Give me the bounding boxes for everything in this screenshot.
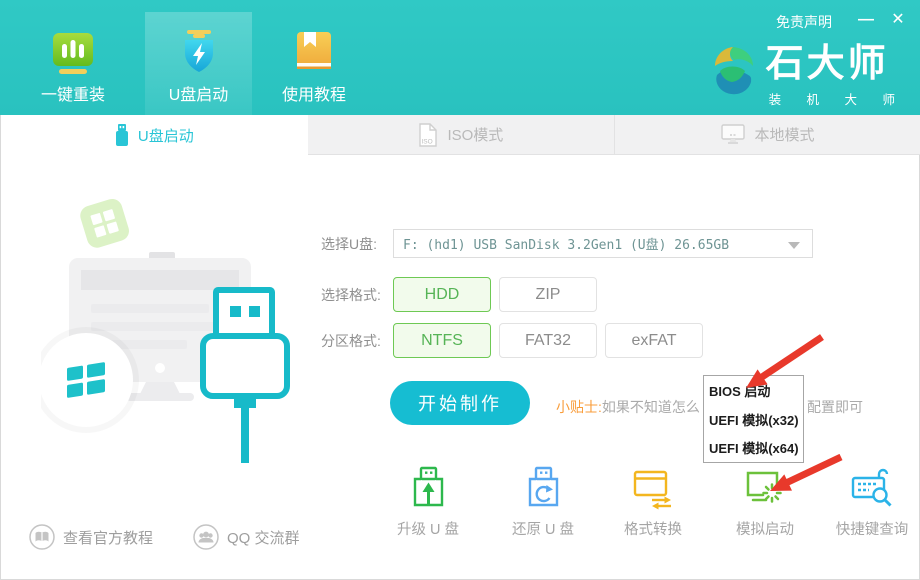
app-window: 一键重装 U盘启动 使用教程 免: [0, 0, 920, 580]
qq-group-circle-icon: [193, 524, 219, 550]
tab-bar: U盘启动 ISO ISO模式 本地模式: [1, 115, 919, 155]
disclaimer-link[interactable]: 免责声明: [776, 12, 832, 32]
tab-iso-mode[interactable]: ISO ISO模式: [308, 115, 615, 155]
action-simulate-boot[interactable]: 模拟启动: [709, 465, 821, 539]
nav-item-usb-boot[interactable]: U盘启动: [145, 12, 252, 115]
usb-select[interactable]: F: (hd1) USB SanDisk 3.2Gen1 (U盘) 26.65G…: [393, 229, 813, 258]
nav-label: 使用教程: [282, 81, 346, 105]
tip-text: 小贴士:如果不知道怎么: [556, 397, 700, 417]
action-label: 模拟启动: [736, 518, 794, 539]
format-option-zip[interactable]: ZIP: [499, 277, 597, 312]
partition-label: 分区格式:: [321, 331, 393, 351]
partition-option-fat32[interactable]: FAT32: [499, 323, 597, 358]
simulate-boot-icon: [742, 465, 788, 511]
header: 一键重装 U盘启动 使用教程 免: [0, 0, 920, 115]
nav-label: U盘启动: [169, 81, 229, 105]
minimize-button[interactable]: —: [854, 8, 878, 32]
action-label: 格式转换: [624, 518, 682, 539]
tab-label: 本地模式: [754, 124, 814, 145]
nav-item-reinstall[interactable]: 一键重装: [21, 12, 125, 115]
iso-file-icon: ISO: [418, 123, 438, 147]
partition-option-exfat[interactable]: exFAT: [605, 323, 703, 358]
partition-option-ntfs[interactable]: NTFS: [393, 323, 491, 358]
close-button[interactable]: ✕: [886, 8, 910, 32]
nav-item-tutorial[interactable]: 使用教程: [262, 12, 366, 115]
tab-label: ISO模式: [447, 124, 503, 145]
brand-logo: 石大师 装 机 大 师: [708, 44, 906, 108]
action-upgrade-usb[interactable]: 升级 U 盘: [372, 465, 484, 539]
tip-body-left: 如果不知道怎么: [602, 399, 700, 415]
action-label: 升级 U 盘: [397, 518, 459, 539]
action-restore-usb[interactable]: 还原 U 盘: [487, 465, 599, 539]
format-row: 选择格式: HDD ZIP: [321, 277, 605, 312]
monitor-icon: [721, 124, 745, 145]
tip-text-right: 配置即可: [807, 397, 863, 417]
svg-text:ISO: ISO: [422, 138, 433, 145]
help-qq-group[interactable]: QQ 交流群: [193, 524, 300, 550]
main-panel: U盘启动 ISO ISO模式 本地模式: [0, 115, 920, 580]
format-label: 选择格式:: [321, 285, 393, 305]
usb-boot-shield-icon: [175, 28, 223, 76]
brand-subtitle: 装 机 大 师: [766, 89, 906, 108]
boot-menu: BIOS 启动 UEFI 模拟(x32) UEFI 模拟(x64): [703, 375, 804, 463]
help-official-tutorial[interactable]: 查看官方教程: [29, 524, 153, 550]
action-format-convert[interactable]: 格式转换: [597, 465, 709, 539]
tab-usb-boot[interactable]: U盘启动: [1, 115, 308, 155]
boot-menu-item-bios[interactable]: BIOS 启动: [704, 376, 803, 405]
nav-label: 一键重装: [41, 81, 105, 105]
boot-menu-item-uefi-x32[interactable]: UEFI 模拟(x32): [704, 405, 803, 434]
usb-select-row: 选择U盘: F: (hd1) USB SanDisk 3.2Gen1 (U盘) …: [321, 229, 813, 258]
tip-prefix: 小贴士:: [556, 399, 602, 415]
tab-label: U盘启动: [138, 125, 194, 146]
reinstall-icon: [49, 28, 97, 76]
boot-menu-item-uefi-x64[interactable]: UEFI 模拟(x64): [704, 433, 803, 462]
usb-select-value: F: (hd1) USB SanDisk 3.2Gen1 (U盘) 26.65G…: [403, 234, 729, 253]
start-make-button[interactable]: 开始制作: [390, 381, 530, 425]
format-option-hdd[interactable]: HDD: [393, 277, 491, 312]
usb-stick-icon: [115, 123, 129, 147]
tab-local-mode[interactable]: 本地模式: [614, 115, 920, 155]
format-convert-icon: [630, 465, 676, 511]
usb-select-label: 选择U盘:: [321, 234, 393, 254]
usb-monitor-illustration: [41, 190, 321, 470]
hotkey-query-icon: [849, 465, 895, 511]
upgrade-usb-icon: [405, 465, 451, 511]
action-hotkey-query[interactable]: 快捷键查询: [816, 465, 920, 539]
brand-name: 石大师: [766, 44, 906, 84]
chevron-down-icon: [788, 242, 800, 249]
partition-row: 分区格式: NTFS FAT32 exFAT: [321, 323, 711, 358]
action-label: 快捷键查询: [836, 518, 909, 539]
content-area: 选择U盘: F: (hd1) USB SanDisk 3.2Gen1 (U盘) …: [1, 155, 919, 579]
help-label: QQ 交流群: [227, 527, 300, 548]
help-label: 查看官方教程: [63, 527, 153, 548]
brand-logo-icon: [708, 44, 758, 100]
action-label: 还原 U 盘: [512, 518, 574, 539]
restore-usb-icon: [520, 465, 566, 511]
tutorial-book-icon: [290, 28, 338, 76]
tutorial-circle-icon: [29, 524, 55, 550]
